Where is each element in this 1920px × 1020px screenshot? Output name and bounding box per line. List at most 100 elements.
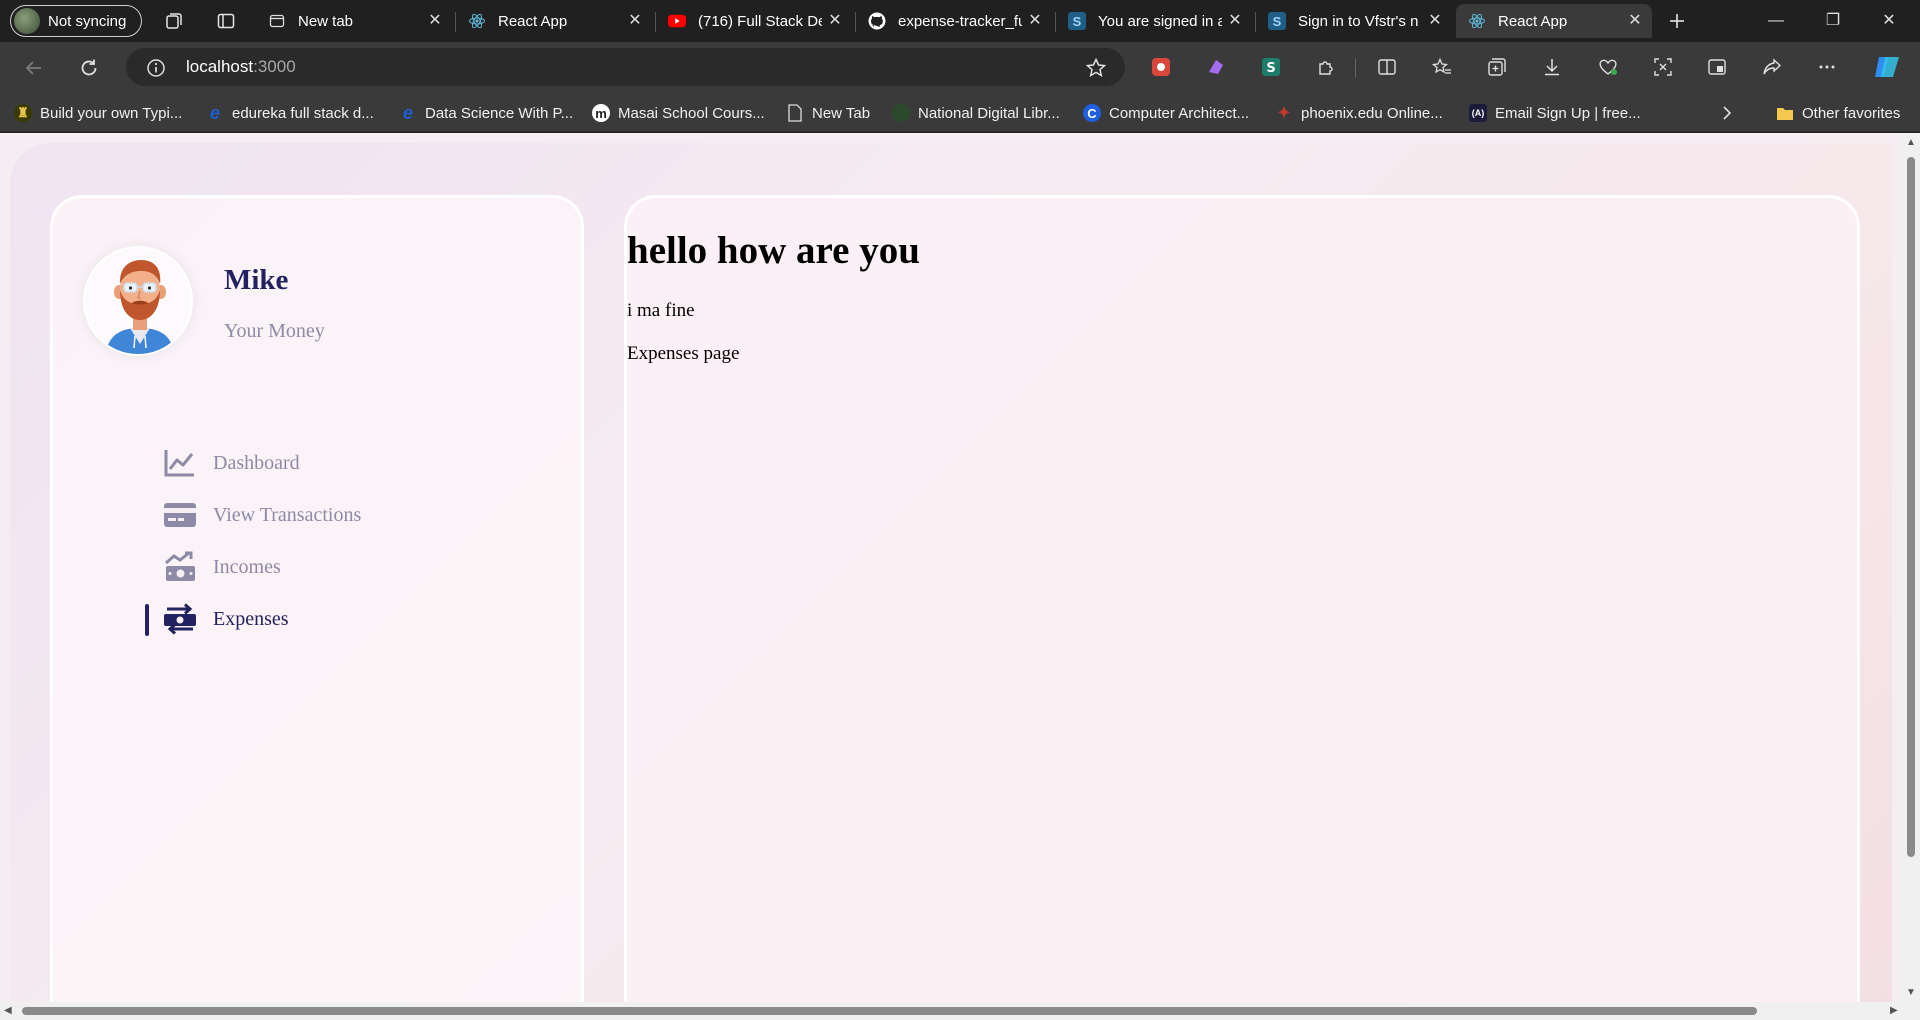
collections-icon[interactable] bbox=[1485, 55, 1509, 79]
sidebar-item-label: Dashboard bbox=[213, 452, 300, 474]
browser-essentials-icon[interactable] bbox=[1596, 55, 1620, 79]
split-screen-icon[interactable] bbox=[1375, 55, 1399, 79]
close-icon[interactable]: ✕ bbox=[1226, 12, 1244, 30]
app-available-icon[interactable] bbox=[1705, 55, 1729, 79]
tab-actions-icon[interactable] bbox=[214, 9, 238, 33]
github-icon bbox=[868, 12, 886, 30]
tab-label: expense-tracker_fu bbox=[898, 12, 1022, 30]
tab-github[interactable]: expense-tracker_fu ✕ bbox=[856, 4, 1052, 38]
favorites-icon[interactable] bbox=[1430, 55, 1454, 79]
close-icon[interactable]: ✕ bbox=[1026, 12, 1044, 30]
extensions-puzzle-icon[interactable] bbox=[1314, 55, 1338, 79]
sidebar: Mike Your Money Dashboard View Transacti… bbox=[50, 195, 584, 1020]
extension-purple-icon[interactable] bbox=[1204, 55, 1228, 79]
tab-label: New tab bbox=[298, 12, 354, 30]
bookmarks-overflow-chevron-icon[interactable] bbox=[1720, 102, 1734, 124]
bookmark-item[interactable]: ● National Digital Libr... bbox=[892, 102, 1060, 124]
window-close-icon[interactable]: ✕ bbox=[1866, 8, 1912, 34]
bookmark-item[interactable]: C Computer Architect... bbox=[1083, 102, 1249, 124]
copilot-icon[interactable] bbox=[1873, 55, 1901, 79]
active-indicator bbox=[145, 604, 149, 636]
vfstr-icon: ♜ bbox=[14, 104, 32, 122]
downloads-icon[interactable] bbox=[1540, 55, 1564, 79]
folder-icon bbox=[1776, 104, 1794, 122]
user-name: Mike bbox=[224, 264, 289, 296]
edureka-icon: e bbox=[402, 102, 413, 123]
other-favorites[interactable]: Other favorites bbox=[1776, 102, 1900, 124]
minimize-icon[interactable]: — bbox=[1753, 8, 1799, 34]
scroll-right-icon[interactable]: ▶ bbox=[1890, 1005, 1898, 1016]
bookmark-item[interactable]: (A) Email Sign Up | free... bbox=[1469, 102, 1641, 124]
more-menu-icon[interactable] bbox=[1815, 55, 1839, 79]
youtube-icon bbox=[668, 12, 686, 30]
close-icon[interactable]: ✕ bbox=[426, 12, 444, 30]
ndl-icon: ● bbox=[892, 104, 910, 122]
vertical-scrollbar[interactable]: ▲ ▼ bbox=[1902, 133, 1920, 1002]
tab-label: Sign in to Vfstr's n bbox=[1298, 12, 1419, 30]
c-icon: C bbox=[1083, 104, 1101, 122]
credit-card-icon bbox=[163, 499, 197, 531]
edureka-icon: e bbox=[209, 102, 220, 123]
s-icon: S bbox=[1268, 12, 1286, 30]
code-icon: (A) bbox=[1469, 104, 1487, 122]
tab-react-app[interactable]: React App ✕ bbox=[456, 4, 652, 38]
scrollbar-thumb[interactable] bbox=[22, 1007, 1757, 1015]
close-icon[interactable]: ✕ bbox=[1426, 12, 1444, 30]
sidebar-item-dashboard[interactable]: Dashboard bbox=[133, 443, 433, 483]
chart-line-icon bbox=[163, 447, 197, 479]
browser-tab-bar: Not syncing New tab ✕ React App ✕ (716) … bbox=[0, 0, 1920, 42]
sidebar-item-label: Expenses bbox=[213, 608, 289, 630]
s-icon: S bbox=[1068, 12, 1086, 30]
svg-text:S: S bbox=[1266, 61, 1275, 76]
tab-sign-in-vfstr[interactable]: S Sign in to Vfstr's n ✕ bbox=[1256, 4, 1452, 38]
tab-new-tab[interactable]: New tab ✕ bbox=[256, 4, 452, 38]
close-icon[interactable]: ✕ bbox=[626, 12, 644, 30]
workspaces-icon[interactable] bbox=[162, 9, 186, 33]
bookmark-item[interactable]: ♜ Build your own Typi... bbox=[14, 102, 182, 124]
scroll-up-icon[interactable]: ▲ bbox=[1906, 137, 1916, 148]
refresh-icon[interactable] bbox=[75, 54, 103, 82]
extension-red-icon[interactable] bbox=[1149, 55, 1173, 79]
profile-avatar bbox=[14, 8, 40, 34]
bookmark-item[interactable]: ✦ phoenix.edu Online... bbox=[1275, 102, 1442, 124]
profile-button[interactable]: Not syncing bbox=[10, 5, 142, 37]
share-icon[interactable] bbox=[1760, 55, 1784, 79]
back-arrow-icon[interactable] bbox=[20, 54, 48, 82]
bookmark-item[interactable]: e Data Science With P... bbox=[399, 102, 573, 124]
main-content: hello how are you i ma fine Expenses pag… bbox=[624, 195, 1860, 1020]
sidebar-item-incomes[interactable]: Incomes bbox=[133, 547, 433, 587]
bookmark-item[interactable]: e edureka full stack d... bbox=[206, 102, 374, 124]
close-icon[interactable]: ✕ bbox=[1626, 12, 1644, 30]
masai-icon: m bbox=[592, 104, 610, 122]
url-text: localhost:3000 bbox=[186, 57, 296, 76]
new-tab-plus-icon[interactable] bbox=[1665, 9, 1689, 33]
app-container: Mike Your Money Dashboard View Transacti… bbox=[10, 143, 1892, 1020]
sidebar-item-view-transactions[interactable]: View Transactions bbox=[133, 495, 433, 535]
scrollbar-thumb[interactable] bbox=[1907, 157, 1915, 857]
screenshot-icon[interactable] bbox=[1651, 55, 1675, 79]
sidebar-item-label: View Transactions bbox=[213, 504, 362, 526]
phoenix-icon: ✦ bbox=[1277, 105, 1291, 122]
tab-youtube[interactable]: (716) Full Stack De ✕ bbox=[656, 4, 852, 38]
site-info-icon[interactable] bbox=[146, 58, 166, 83]
tab-react-app-active[interactable]: React App ✕ bbox=[1456, 4, 1652, 38]
page-icon bbox=[786, 104, 804, 122]
bookmark-item[interactable]: m Masai School Cours... bbox=[592, 102, 765, 124]
tab-label: You are signed in a bbox=[1098, 12, 1222, 30]
extension-s-icon[interactable]: S bbox=[1259, 55, 1283, 79]
tab-label: React App bbox=[498, 12, 568, 30]
favorite-star-icon[interactable] bbox=[1085, 57, 1107, 84]
scroll-left-icon[interactable]: ◀ bbox=[4, 1005, 12, 1016]
tab-label: React App bbox=[1498, 12, 1568, 30]
money-exchange-icon bbox=[163, 603, 197, 635]
tab-signed-in[interactable]: S You are signed in a ✕ bbox=[1056, 4, 1252, 38]
bookmark-item[interactable]: New Tab bbox=[786, 102, 870, 124]
restore-icon[interactable]: ❐ bbox=[1810, 8, 1856, 34]
user-subtitle: Your Money bbox=[224, 320, 325, 342]
close-icon[interactable]: ✕ bbox=[826, 12, 844, 30]
sidebar-item-expenses[interactable]: Expenses bbox=[133, 599, 433, 639]
sidebar-item-label: Incomes bbox=[213, 556, 281, 578]
horizontal-scrollbar[interactable]: ◀ ▶ bbox=[0, 1002, 1920, 1020]
scroll-down-icon[interactable]: ▼ bbox=[1906, 987, 1916, 998]
address-bar[interactable]: localhost:3000 bbox=[126, 48, 1125, 86]
